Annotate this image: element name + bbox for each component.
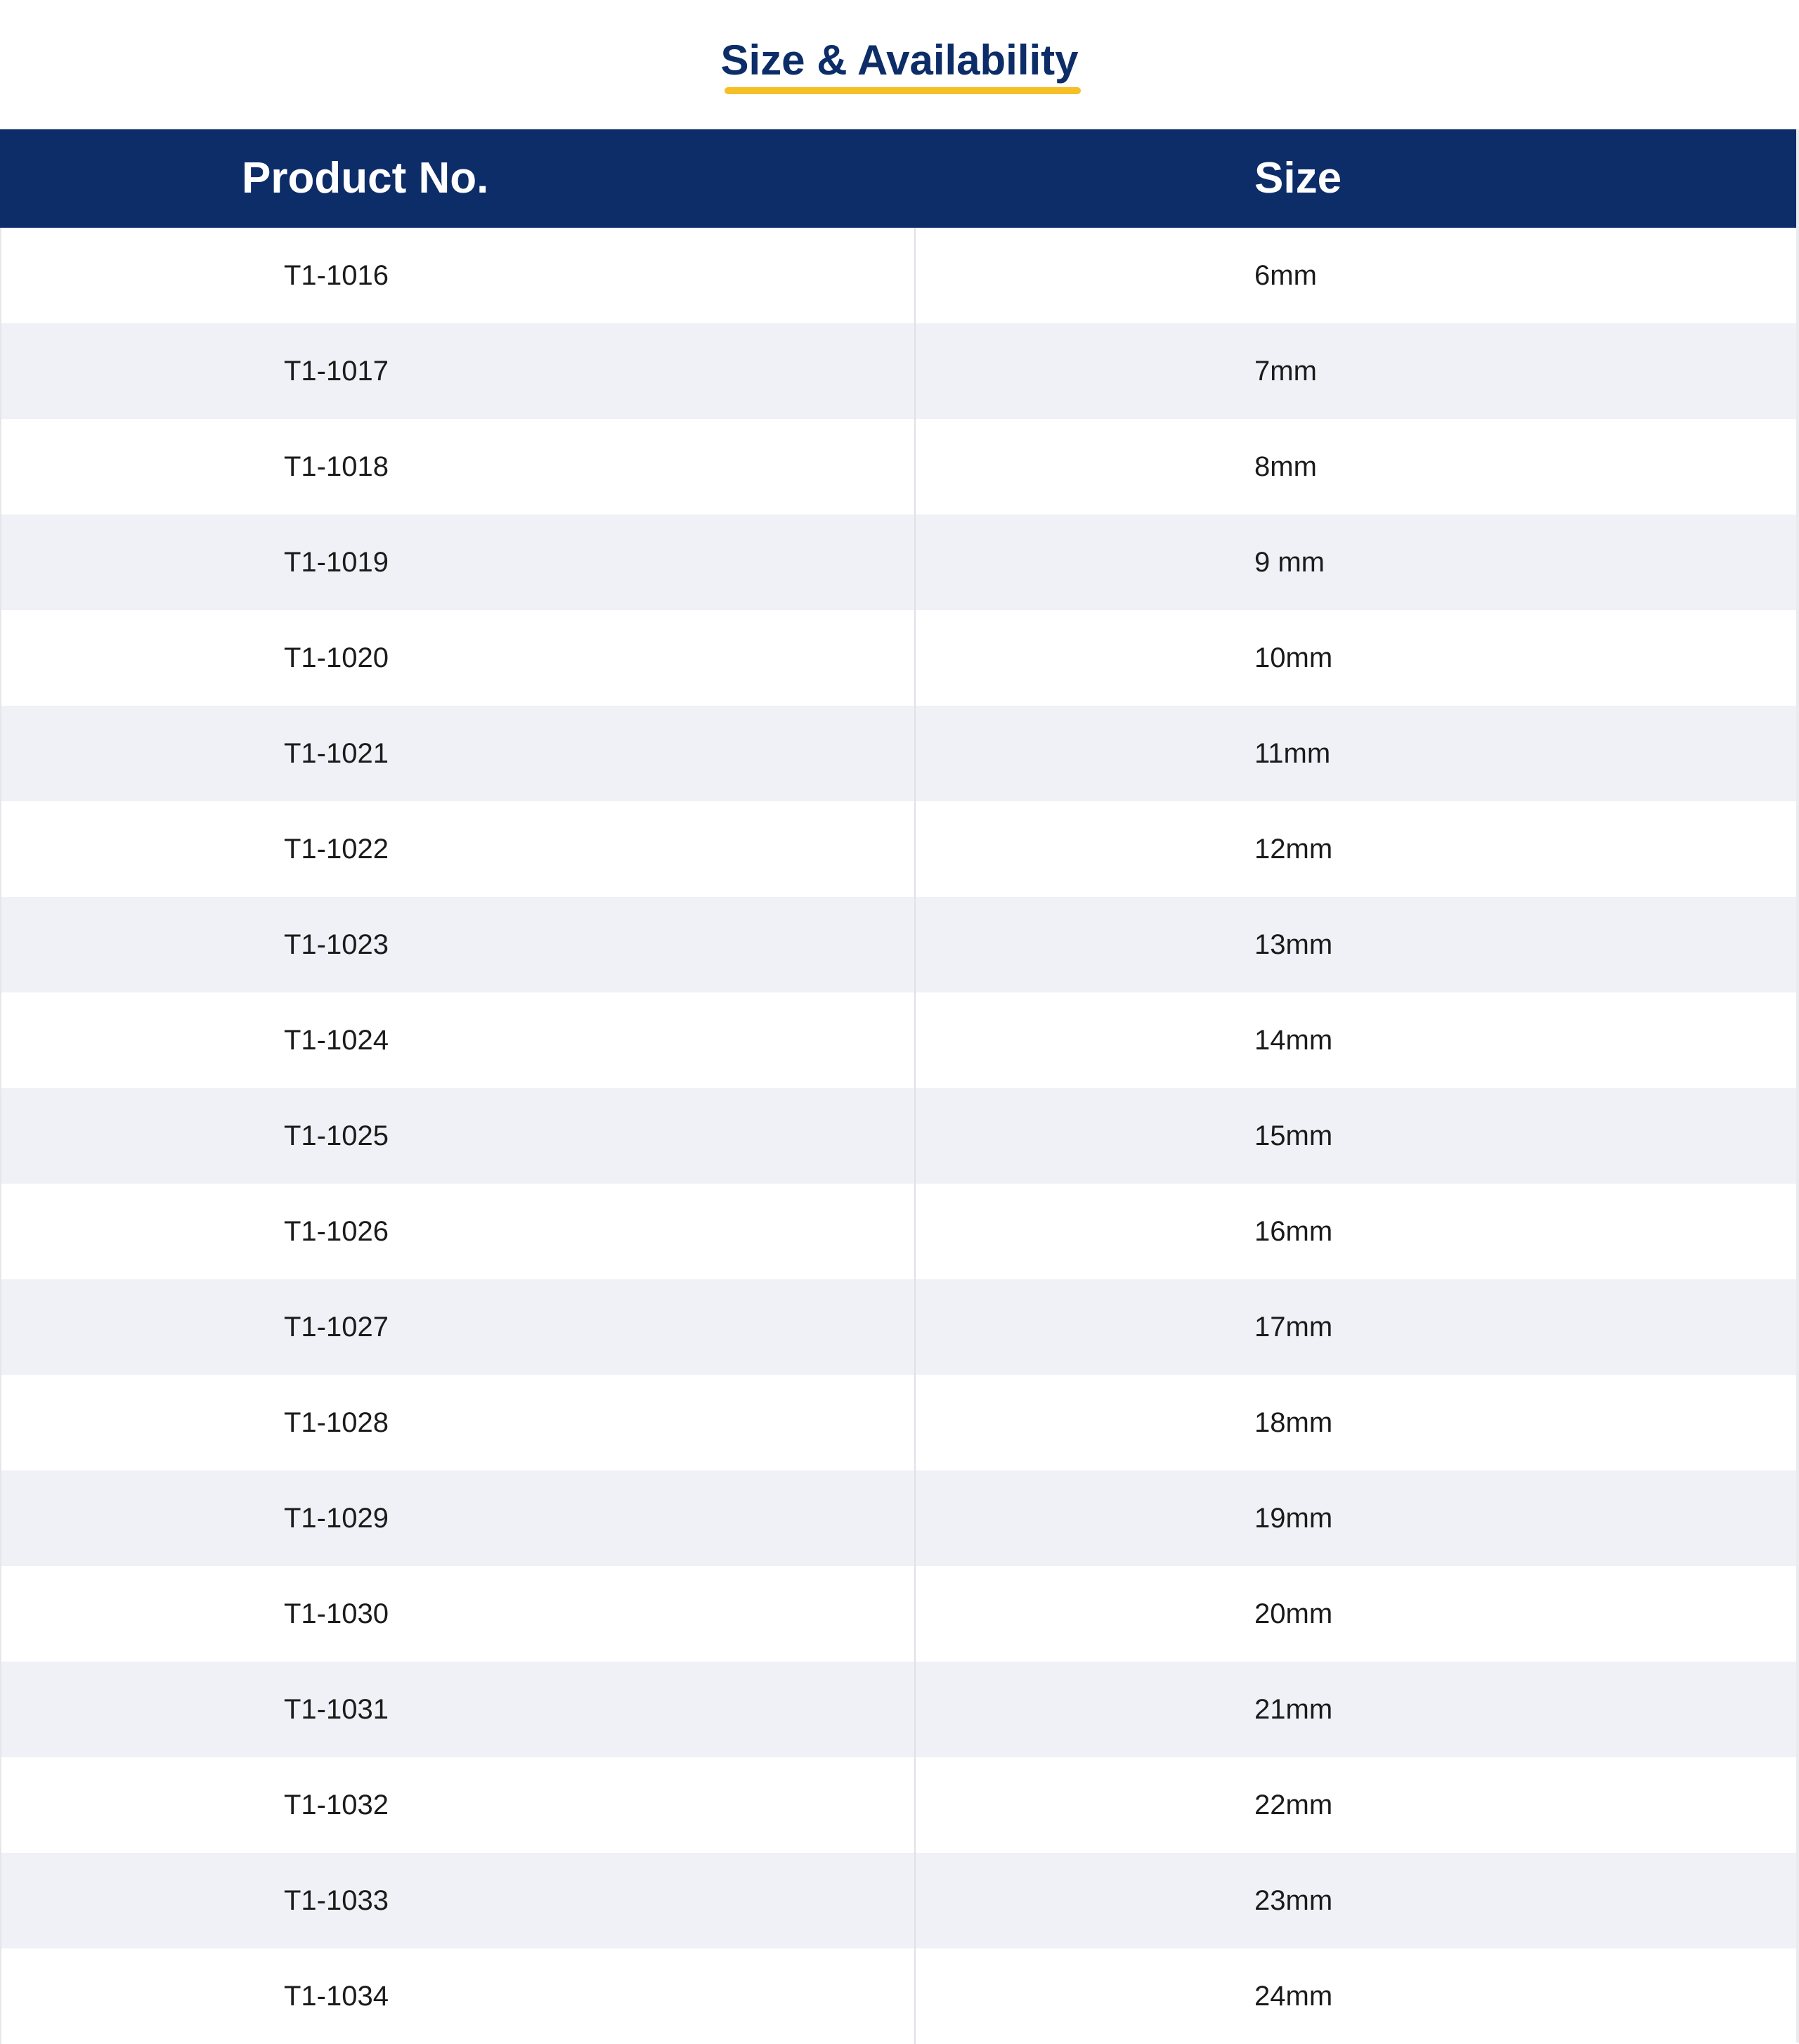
table-row: T1-1032 22mm (0, 1757, 1799, 1853)
table-row: T1-1019 9 mm (0, 515, 1799, 610)
table-row: T1-1022 12mm (0, 801, 1799, 897)
size-cell: 11mm (1254, 738, 1331, 769)
column-header-product-no: Product No. (242, 154, 489, 202)
size-cell: 20mm (1254, 1598, 1333, 1629)
size-cell: 17mm (1254, 1312, 1333, 1343)
size-cell: 6mm (1254, 260, 1317, 291)
product-number-cell: T1-1033 (284, 1885, 389, 1916)
product-number-cell: T1-1021 (284, 738, 389, 769)
table-right-border (1796, 129, 1799, 2043)
size-cell: 8mm (1254, 451, 1317, 482)
table-row: T1-1034 24mm (0, 1948, 1799, 2044)
table-row: T1-1016 6mm (0, 228, 1799, 323)
product-number-cell: T1-1034 (284, 1981, 389, 2012)
size-cell: 7mm (1254, 356, 1317, 387)
table-row: T1-1017 7mm (0, 323, 1799, 419)
product-number-cell: T1-1028 (284, 1407, 389, 1438)
size-cell: 15mm (1254, 1120, 1333, 1151)
product-number-cell: T1-1022 (284, 834, 389, 865)
size-cell: 22mm (1254, 1790, 1333, 1820)
product-number-cell: T1-1018 (284, 451, 389, 482)
table-header: Product No. Size (0, 129, 1799, 228)
table-row: T1-1021 11mm (0, 706, 1799, 801)
product-number-cell: T1-1032 (284, 1790, 389, 1820)
table-row: T1-1027 17mm (0, 1279, 1799, 1375)
product-number-cell: T1-1026 (284, 1216, 389, 1247)
page-title: Size & Availability (720, 37, 1079, 84)
table-row: T1-1028 18mm (0, 1375, 1799, 1470)
table-row: T1-1029 19mm (0, 1470, 1799, 1566)
table-row: T1-1020 10mm (0, 610, 1799, 706)
size-cell: 12mm (1254, 834, 1333, 865)
size-cell: 23mm (1254, 1885, 1333, 1916)
table-row: T1-1024 14mm (0, 992, 1799, 1088)
product-number-cell: T1-1023 (284, 929, 389, 960)
table-row: T1-1023 13mm (0, 897, 1799, 992)
size-cell: 21mm (1254, 1694, 1333, 1725)
table-row: T1-1033 23mm (0, 1853, 1799, 1948)
size-cell: 18mm (1254, 1407, 1333, 1438)
product-number-cell: T1-1020 (284, 642, 389, 673)
product-number-cell: T1-1025 (284, 1120, 389, 1151)
size-cell: 9 mm (1254, 547, 1325, 578)
size-cell: 24mm (1254, 1981, 1333, 2012)
table-body: T1-1016 6mm T1-1017 7mm T1-1018 8mm T1-1… (0, 228, 1799, 2044)
product-number-cell: T1-1027 (284, 1312, 389, 1343)
table-row: T1-1026 16mm (0, 1184, 1799, 1279)
table-row: T1-1018 8mm (0, 419, 1799, 515)
table-row: T1-1031 21mm (0, 1662, 1799, 1757)
size-cell: 19mm (1254, 1503, 1333, 1534)
table-row: T1-1030 20mm (0, 1566, 1799, 1662)
product-number-cell: T1-1019 (284, 547, 389, 578)
size-cell: 13mm (1254, 929, 1333, 960)
product-number-cell: T1-1030 (284, 1598, 389, 1629)
product-number-cell: T1-1016 (284, 260, 389, 291)
table-row: T1-1025 15mm (0, 1088, 1799, 1184)
size-cell: 16mm (1254, 1216, 1333, 1247)
product-number-cell: T1-1029 (284, 1503, 389, 1534)
section-heading: Size & Availability (0, 0, 1799, 129)
title-underline (725, 87, 1081, 94)
size-cell: 14mm (1254, 1025, 1333, 1056)
product-number-cell: T1-1031 (284, 1694, 389, 1725)
product-number-cell: T1-1017 (284, 356, 389, 387)
column-header-size: Size (1254, 154, 1342, 202)
size-cell: 10mm (1254, 642, 1333, 673)
size-availability-table: Product No. Size T1-1016 6mm T1-1017 7mm… (0, 129, 1799, 2044)
product-number-cell: T1-1024 (284, 1025, 389, 1056)
